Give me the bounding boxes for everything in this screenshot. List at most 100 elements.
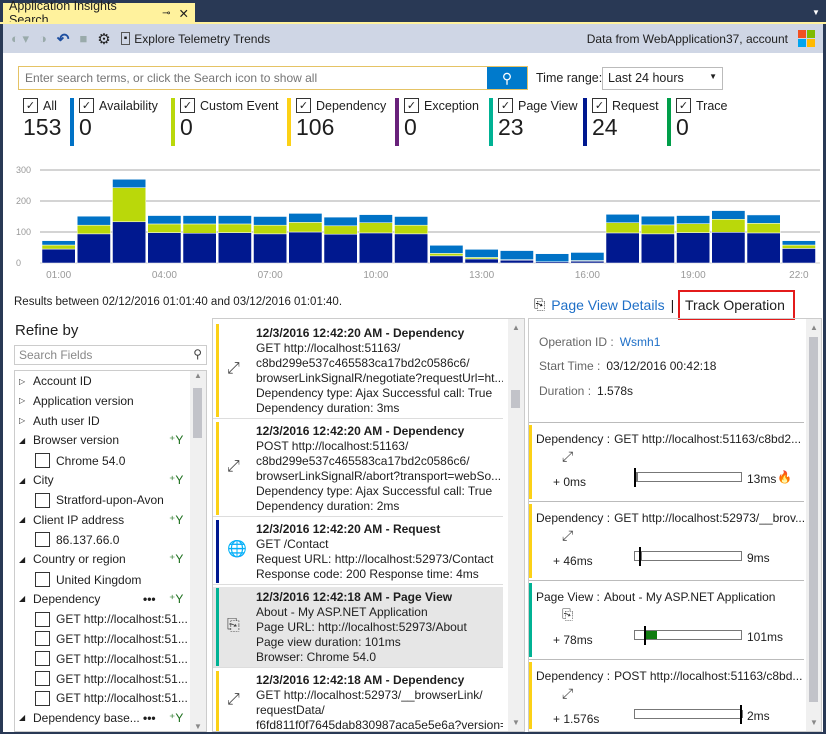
operation-item[interactable]: Dependency : GET http://localhost:51163/c… <box>529 422 804 501</box>
checkbox[interactable] <box>35 572 50 587</box>
operation-item[interactable]: Page View : About - My ASP.NET Applicatio… <box>529 580 804 659</box>
collapse-arrow-icon[interactable]: ◢ <box>19 713 27 722</box>
checkbox[interactable]: ✓ <box>404 98 419 113</box>
refine-item[interactable]: 86.137.66.0 <box>35 532 119 548</box>
result-item[interactable]: 🌐 12/3/2016 12:42:20 AM - Request GET /Con… <box>213 519 503 585</box>
checkbox[interactable] <box>35 651 50 667</box>
refine-item[interactable]: GET http://localhost:51... <box>35 651 188 667</box>
refine-item[interactable]: ◢ Browser version ⁺Y <box>19 433 183 447</box>
explore-telemetry-trends-button[interactable]: ▪ Explore Telemetry Trends <box>120 32 270 46</box>
close-icon[interactable]: ✕ <box>179 6 189 21</box>
scrollbar-thumb[interactable] <box>193 388 202 438</box>
scrollbar-thumb[interactable] <box>511 390 520 408</box>
refine-item[interactable]: GET http://localhost:51... <box>35 671 188 686</box>
track-operation-link[interactable]: Track Operation <box>678 290 795 320</box>
scroll-down-icon[interactable]: ▼ <box>508 718 524 727</box>
refine-item[interactable]: ◢ Dependency ⁺Y ••• <box>19 592 183 606</box>
scrollbar[interactable]: ▲ ▼ <box>190 371 206 731</box>
filter-page-view: ✓ Page View 23 <box>489 98 578 146</box>
refine-item[interactable]: ▷ Account ID <box>19 374 92 388</box>
refine-item[interactable]: ◢ City ⁺Y <box>19 473 183 487</box>
checkbox[interactable] <box>35 532 50 548</box>
expand-arrow-icon[interactable]: ▷ <box>19 377 27 386</box>
collapse-arrow-icon[interactable]: ◢ <box>19 436 27 445</box>
checkbox[interactable]: ✓ <box>23 98 38 113</box>
filter-count: 0 <box>79 114 92 140</box>
checkbox[interactable]: ✓ <box>676 98 691 113</box>
add-filter-icon[interactable]: ⁺Y <box>169 433 183 447</box>
tab-overflow-icon[interactable]: ▼ <box>812 8 820 17</box>
refine-item-label: City <box>33 473 54 487</box>
scrollbar-thumb[interactable] <box>809 337 818 702</box>
operation-item[interactable]: Dependency : GET http://localhost:52973/_… <box>529 501 805 580</box>
bar-13:00-s2 <box>464 249 499 258</box>
scroll-up-icon[interactable]: ▲ <box>508 319 524 332</box>
checkbox[interactable]: ✓ <box>79 98 94 113</box>
more-icon[interactable]: ••• <box>143 711 156 725</box>
collapse-arrow-icon[interactable]: ◢ <box>19 594 27 603</box>
expand-arrow-icon[interactable]: ▷ <box>19 416 27 425</box>
checkbox[interactable] <box>35 611 50 627</box>
scrollbar[interactable]: ▲ ▼ <box>806 319 821 731</box>
scroll-down-icon[interactable]: ▼ <box>190 722 206 731</box>
refresh-icon[interactable]: ↶ <box>57 30 70 48</box>
collapse-arrow-icon[interactable]: ◢ <box>19 476 27 485</box>
checkbox[interactable] <box>35 453 50 469</box>
result-item[interactable]: ⤢ 12/3/2016 12:42:20 AM - Dependency GET h… <box>213 323 503 419</box>
search-input[interactable] <box>19 67 487 89</box>
scrollbar[interactable]: ▲ ▼ <box>508 319 524 731</box>
forward-icon[interactable]: ◑ <box>39 31 47 46</box>
refine-item[interactable]: ▷ Auth user ID <box>19 414 100 428</box>
pin-icon[interactable]: ⊸ <box>162 8 170 19</box>
checkbox[interactable] <box>35 690 50 706</box>
time-range-select[interactable]: Last 24 hours ▼ <box>602 67 723 90</box>
filter-color-bar <box>395 98 399 146</box>
result-item[interactable]: ⎘ 12/3/2016 12:42:18 AM - Page View About … <box>213 587 503 668</box>
scroll-up-icon[interactable]: ▲ <box>190 371 206 380</box>
bar-03:00-s2 <box>112 179 146 188</box>
scroll-up-icon[interactable]: ▲ <box>806 319 821 332</box>
add-filter-icon[interactable]: ⁺Y <box>169 473 183 487</box>
gear-icon[interactable]: ⚙ <box>97 30 110 48</box>
stop-icon[interactable]: ■ <box>79 31 87 46</box>
expand-arrow-icon[interactable]: ▷ <box>19 396 27 405</box>
type-color-bar <box>529 662 532 729</box>
bar-16:00-s0 <box>570 260 605 264</box>
tab-application-insights-search[interactable]: Application Insights Search ⊸ ✕ <box>3 0 195 27</box>
add-filter-icon[interactable]: ⁺Y <box>169 552 183 566</box>
refine-item[interactable]: GET http://localhost:51... <box>35 631 188 647</box>
operation-id-link[interactable]: Wsmh1 <box>620 335 661 349</box>
page-view-details-link[interactable]: Page View Details <box>551 297 664 313</box>
refine-item[interactable]: Stratford-upon-Avon <box>35 492 164 508</box>
checkbox[interactable] <box>35 671 50 686</box>
collapse-arrow-icon[interactable]: ◢ <box>19 555 27 564</box>
add-filter-icon[interactable]: ⁺Y <box>169 711 183 725</box>
checkbox[interactable] <box>35 631 50 647</box>
operation-item[interactable]: Dependency : POST http://localhost:51163/… <box>529 659 804 731</box>
checkbox[interactable] <box>35 492 50 508</box>
result-item[interactable]: ⤢ 12/3/2016 12:42:18 AM - Dependency GET h… <box>213 670 503 731</box>
checkbox[interactable]: ✓ <box>180 98 195 113</box>
refine-item[interactable]: Chrome 54.0 <box>35 453 125 469</box>
refine-item[interactable]: ◢ Dependency base... ⁺Y ••• <box>19 711 183 725</box>
refine-item[interactable]: United Kingdom <box>35 572 141 587</box>
refine-item[interactable]: ▷ Application version <box>19 394 134 408</box>
bar-11:00-s2 <box>394 216 428 226</box>
collapse-arrow-icon[interactable]: ◢ <box>19 515 27 524</box>
scroll-down-icon[interactable]: ▼ <box>806 718 821 727</box>
refine-item[interactable]: ◢ Country or region ⁺Y <box>19 552 183 566</box>
checkbox[interactable]: ✓ <box>498 98 513 113</box>
add-filter-icon[interactable]: ⁺Y <box>169 592 183 606</box>
search-button[interactable]: ⚲ <box>487 67 527 89</box>
add-filter-icon[interactable]: ⁺Y <box>169 513 183 527</box>
search-icon[interactable]: ⚲ <box>193 347 202 361</box>
refine-item[interactable]: GET http://localhost:51... <box>35 690 188 706</box>
checkbox[interactable]: ✓ <box>592 98 607 113</box>
checkbox[interactable]: ✓ <box>296 98 311 113</box>
back-icon[interactable]: ◐ ▾ <box>11 31 29 47</box>
result-item[interactable]: ⤢ 12/3/2016 12:42:20 AM - Dependency POST … <box>213 421 503 517</box>
more-icon[interactable]: ••• <box>143 592 156 606</box>
refine-item[interactable]: ◢ Client IP address ⁺Y <box>19 513 183 527</box>
refine-item[interactable]: GET http://localhost:51... <box>35 611 188 627</box>
search-fields-input[interactable]: Search Fields ⚲ <box>14 345 207 365</box>
